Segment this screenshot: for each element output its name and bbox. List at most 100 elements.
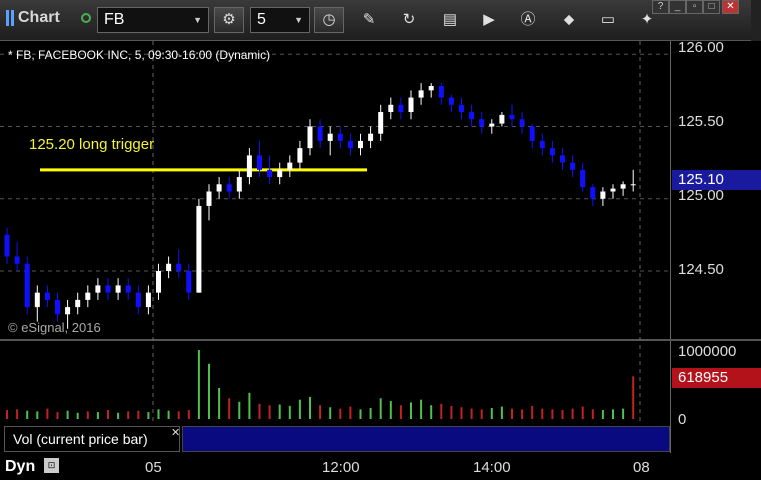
candle-body — [539, 140, 545, 149]
candle-body — [196, 205, 202, 293]
candle-body — [469, 112, 475, 120]
comment-icon[interactable]: ▭ — [597, 10, 619, 30]
time-label: 12:00 — [322, 459, 360, 476]
candle-body — [509, 114, 515, 120]
candle-body — [388, 104, 394, 113]
candle-body — [24, 263, 30, 308]
refresh-icon[interactable]: ↻ — [398, 10, 420, 30]
candle-body — [65, 307, 71, 315]
study-label[interactable]: Vol (current price bar) — [4, 426, 180, 452]
volume-tick: 1000000 — [678, 343, 737, 360]
symbol-settings-button[interactable]: ⚙ — [214, 7, 244, 33]
candle-body — [479, 119, 485, 127]
price-tick: 126.00 — [678, 39, 724, 56]
candle-body — [115, 285, 121, 293]
candle-body — [418, 90, 424, 98]
price-tick: 124.50 — [678, 261, 724, 278]
candle-body — [156, 270, 161, 293]
candle-body — [499, 114, 505, 124]
time-label: 14:00 — [473, 459, 511, 476]
candle-body — [590, 187, 596, 199]
candle-body — [145, 292, 151, 308]
trigger-annotation: 125.20 long trigger — [29, 136, 155, 153]
candle-body — [459, 104, 464, 113]
chevron-down-icon[interactable]: ▼ — [294, 8, 303, 32]
candle-body — [75, 299, 81, 308]
candle-body — [166, 263, 172, 271]
candle-body — [55, 299, 60, 315]
candle-body — [236, 177, 242, 192]
chart-canvas[interactable] — [0, 41, 670, 453]
play-icon[interactable]: ▶ — [478, 10, 500, 30]
alert-icon[interactable]: Ⓐ — [517, 10, 539, 30]
candle-body — [368, 133, 374, 141]
gear-icon: ⚙ — [222, 11, 236, 28]
candle-body — [378, 112, 384, 134]
interval-input[interactable]: 5 ▼ — [250, 7, 310, 33]
candle-body — [226, 184, 232, 192]
draw-pencil-icon[interactable]: ✎ — [358, 10, 380, 30]
interval-value: 5 — [257, 11, 266, 28]
copyright: © eSignal, 2016 — [8, 320, 101, 335]
dynamic-mode[interactable]: Dyn — [5, 458, 35, 476]
candle-body — [519, 119, 525, 127]
candle-body — [630, 184, 636, 186]
app-title: Chart — [18, 9, 60, 26]
chart-icon — [6, 10, 14, 26]
symbol-input[interactable]: FB ▼ — [97, 7, 209, 33]
clock-icon: ◷ — [322, 11, 336, 28]
candle-body — [4, 234, 10, 257]
time-label: 08 — [633, 459, 650, 476]
candle-body — [125, 285, 131, 293]
candle-body — [358, 140, 363, 149]
restore-button[interactable]: ▫ — [686, 0, 703, 14]
candle-body — [44, 292, 50, 300]
last-price-badge: 125.10 — [672, 170, 761, 190]
price-tick: 125.50 — [678, 113, 724, 130]
candle-body — [34, 292, 40, 308]
close-button[interactable]: ✕ — [722, 0, 739, 14]
candle-body — [176, 263, 182, 271]
candle-body — [14, 256, 20, 264]
candle-body — [610, 188, 616, 192]
close-study-icon[interactable]: ✕ — [171, 426, 180, 439]
candle-body — [327, 133, 333, 141]
candle-body — [580, 169, 586, 188]
candle-body — [570, 162, 576, 170]
candle-body — [489, 123, 495, 127]
candle-body — [408, 97, 414, 113]
help-button[interactable]: ? — [652, 0, 669, 14]
candle-body — [529, 126, 535, 141]
candle-body — [347, 140, 353, 149]
minimize-button[interactable]: _ — [669, 0, 686, 14]
app-logo: Chart — [6, 9, 60, 27]
volume-tick: 0 — [678, 411, 687, 428]
chevron-down-icon[interactable]: ▼ — [193, 8, 202, 32]
candle-body — [85, 292, 91, 300]
candle-body — [337, 133, 343, 141]
study-bar[interactable] — [182, 426, 670, 452]
candle-body — [549, 148, 555, 156]
candle-body — [398, 104, 404, 113]
maximize-button[interactable]: □ — [703, 0, 720, 14]
candle-body — [438, 86, 444, 98]
chart-info: * FB, FACEBOOK INC, 5, 09:30-16:00 (Dyna… — [8, 48, 271, 62]
candle-body — [105, 285, 111, 293]
candle-body — [317, 126, 323, 141]
candle-body — [95, 285, 101, 293]
candle-body — [287, 162, 293, 170]
candle-body — [307, 126, 313, 149]
candle-body — [216, 184, 222, 192]
lock-icon[interactable]: ⊡ — [44, 458, 59, 473]
trade-icon[interactable]: ⬥ — [558, 10, 580, 30]
candle-body — [206, 191, 212, 206]
candle-body — [277, 169, 283, 178]
candle-body — [267, 169, 273, 178]
candle-body — [246, 155, 252, 178]
link-icon[interactable] — [81, 13, 91, 23]
candle-body — [448, 97, 454, 105]
interval-clock-button[interactable]: ◷ — [314, 7, 344, 33]
candle-body — [186, 270, 192, 293]
get-quote-icon[interactable]: ▤ — [439, 10, 461, 30]
last-volume-badge: 618955 — [672, 368, 761, 388]
